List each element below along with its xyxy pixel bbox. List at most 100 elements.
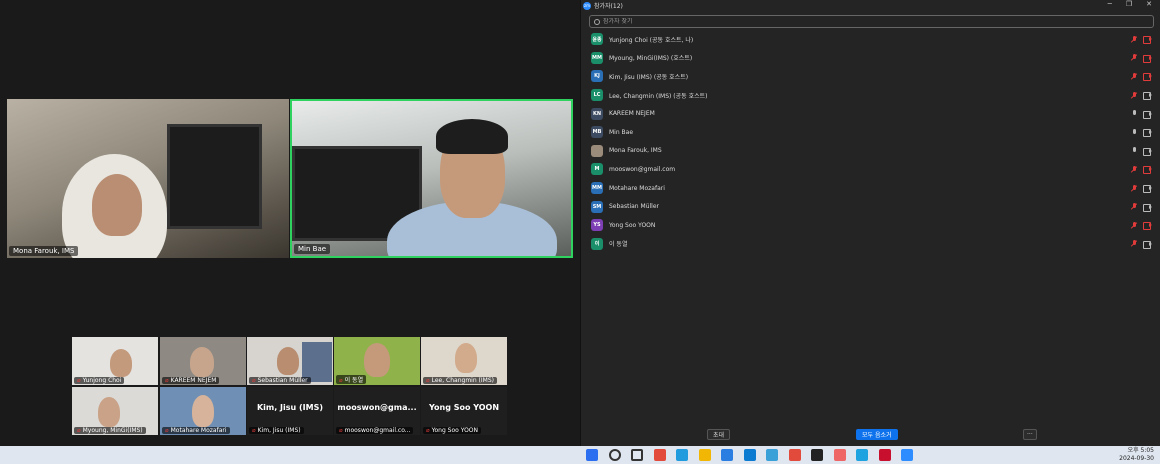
mic-muted-icon[interactable] [1131,165,1137,173]
mic-muted-icon: ⌀ [252,377,256,384]
gallery-tile[interactable]: ⌀ KAREEM NEJEM [160,337,246,385]
task-view-icon[interactable] [631,449,643,461]
mic-muted-icon[interactable] [1131,240,1137,247]
participant-row[interactable]: Mona Farouk, IMS [589,142,1154,161]
participant-row[interactable]: 윤종 Yunjong Choi (공동 호스트, 나) [589,30,1154,49]
notes-icon[interactable] [811,449,823,461]
clock-time: 오후 5:05 [1127,447,1154,454]
gallery-tile[interactable]: Yong Soo YOON ⌀ Yong Soo YOON [421,387,507,435]
participant-row[interactable]: MB Min Bae [589,123,1154,142]
participant-row[interactable]: LC Lee, Changmin (IMS) (공동 호스트) [589,86,1154,105]
gallery-tile[interactable]: Kim, Jisu (IMS) ⌀ Kim, Jisu (IMS) [247,387,333,435]
gallery-tile[interactable]: ⌀ Yunjong Choi [72,337,158,385]
close-icon[interactable]: ✕ [1146,0,1152,8]
mic-icon[interactable] [1131,110,1137,117]
chrome-icon-2[interactable] [788,449,801,461]
participant-row[interactable]: KN KAREEM NEJEM [589,104,1154,123]
video-off-icon[interactable] [1143,166,1152,175]
search-icon [594,18,600,25]
avatar: 윤종 [591,33,603,46]
zoom-icon[interactable] [901,449,913,461]
participant-row[interactable]: SM Sebastian Müller [589,197,1154,216]
more-options-button[interactable]: ··· [1023,429,1037,440]
avatar [591,144,603,157]
mic-icon[interactable] [1131,128,1137,136]
participant-row[interactable]: 이 이 동열 [589,235,1154,254]
panel-footer: 초대 모두 음소거 ··· [581,429,1160,441]
video-tile-min-bae[interactable]: Min Bae [290,99,573,258]
participant-face [277,347,299,375]
app-icon[interactable] [766,449,778,461]
video-off-icon[interactable] [1143,73,1152,82]
windows-icon[interactable] [586,449,598,461]
video-icon[interactable] [1143,92,1152,101]
system-clock[interactable]: 오후 5:05 2024-09-30 [1119,447,1154,463]
restore-icon[interactable]: ❐ [1126,0,1132,8]
mail-icon[interactable] [721,449,733,461]
mic-muted-icon[interactable] [1131,91,1137,99]
name-tag: ⌀ Lee, Changmin (IMS) [423,377,497,384]
background-window [167,124,262,229]
mute-all-button[interactable]: 모두 음소거 [856,429,898,440]
mic-muted-icon[interactable] [1131,72,1137,80]
mic-muted-icon[interactable] [1131,203,1137,210]
name-tag: ⌀ 이 동열 [336,375,367,384]
participant-row[interactable]: MM Myoung, MinGi(IMS) (호스트) [589,49,1154,68]
participant-list: 윤종 Yunjong Choi (공동 호스트, 나) MM Myoung, MinG… [589,30,1154,253]
avatar: MM [591,182,603,195]
file-explorer-icon[interactable] [698,449,711,461]
video-icon[interactable] [1143,240,1152,249]
mcafee-icon[interactable] [878,449,891,461]
mic-muted-icon: ⌀ [426,377,430,384]
window-controls: ─ ❐ ✕ [1108,0,1152,8]
gallery-tile[interactable]: ⌀ Lee, Changmin (IMS) [421,337,507,385]
store-icon[interactable] [743,449,756,461]
mic-muted-icon: ⌀ [339,377,343,384]
participant-search-input[interactable] [603,18,1123,25]
mic-icon[interactable] [1131,147,1137,154]
name-tag: Mona Farouk, IMS [9,246,79,256]
avatar: KJ [591,70,603,83]
chrome-icon[interactable] [653,449,666,461]
participant-face [192,395,214,427]
gallery-tile[interactable]: mooswon@gma... ⌀ mooswon@gmail.co... [334,387,420,435]
app-blue-icon[interactable] [856,449,868,461]
avatar: SM [591,200,603,213]
mic-muted-icon[interactable] [1131,221,1137,229]
gallery-tile[interactable]: ⌀ Sebastian Müller [247,337,333,385]
participant-search[interactable] [589,15,1154,28]
mic-muted-icon[interactable] [1131,184,1137,192]
mic-muted-icon: ⌀ [426,427,430,434]
video-icon[interactable] [1143,129,1152,138]
video-icon[interactable] [1143,185,1152,194]
avatar: MM [591,51,603,64]
participant-face [190,347,214,377]
edge-icon[interactable] [676,449,688,461]
paint-icon[interactable] [833,449,846,461]
participant-row[interactable]: KJ Kim, Jisu (IMS) (공동 호스트) [589,67,1154,86]
gallery-tile[interactable]: ⌀ Motahare Mozafari [160,387,246,435]
minimize-icon[interactable]: ─ [1108,0,1112,8]
participant-row[interactable]: YS Yong Soo YOON [589,216,1154,235]
panel-title: 참가자(12) [594,3,623,10]
zoom-logo-icon: zm [583,1,591,10]
mic-muted-icon[interactable] [1131,35,1137,43]
search-icon[interactable] [608,449,621,461]
gallery-tile[interactable]: ⌀ 이 동열 [334,337,420,385]
video-off-icon[interactable] [1143,222,1152,231]
mic-muted-icon[interactable] [1131,54,1137,61]
participant-name: Yunjong Choi (공동 호스트, 나) [609,36,694,44]
participant-name: Kim, Jisu (IMS) (공동 호스트) [609,73,689,81]
video-tile-mona[interactable]: Mona Farouk, IMS [7,99,289,258]
video-off-icon[interactable] [1143,54,1152,63]
meeting-area: Mona Farouk, IMS Min Bae ⌀ Yunjong Choi ⌀… [0,0,580,446]
participant-row[interactable]: Mmooswon@gmail.com [589,160,1154,179]
video-icon[interactable] [1143,110,1152,119]
participants-panel: zm 참가자(12) ─ ❐ ✕ 윤종 Yunjong Choi (공동 호스트,… [580,0,1160,446]
invite-button[interactable]: 초대 [707,429,731,440]
participant-row[interactable]: MM Motahare Mozafari [589,179,1154,198]
video-off-icon[interactable] [1143,36,1152,45]
video-icon[interactable] [1143,203,1152,212]
video-icon[interactable] [1143,147,1152,156]
gallery-tile[interactable]: ⌀ Myoung, MinGi(IMS) [72,387,158,435]
